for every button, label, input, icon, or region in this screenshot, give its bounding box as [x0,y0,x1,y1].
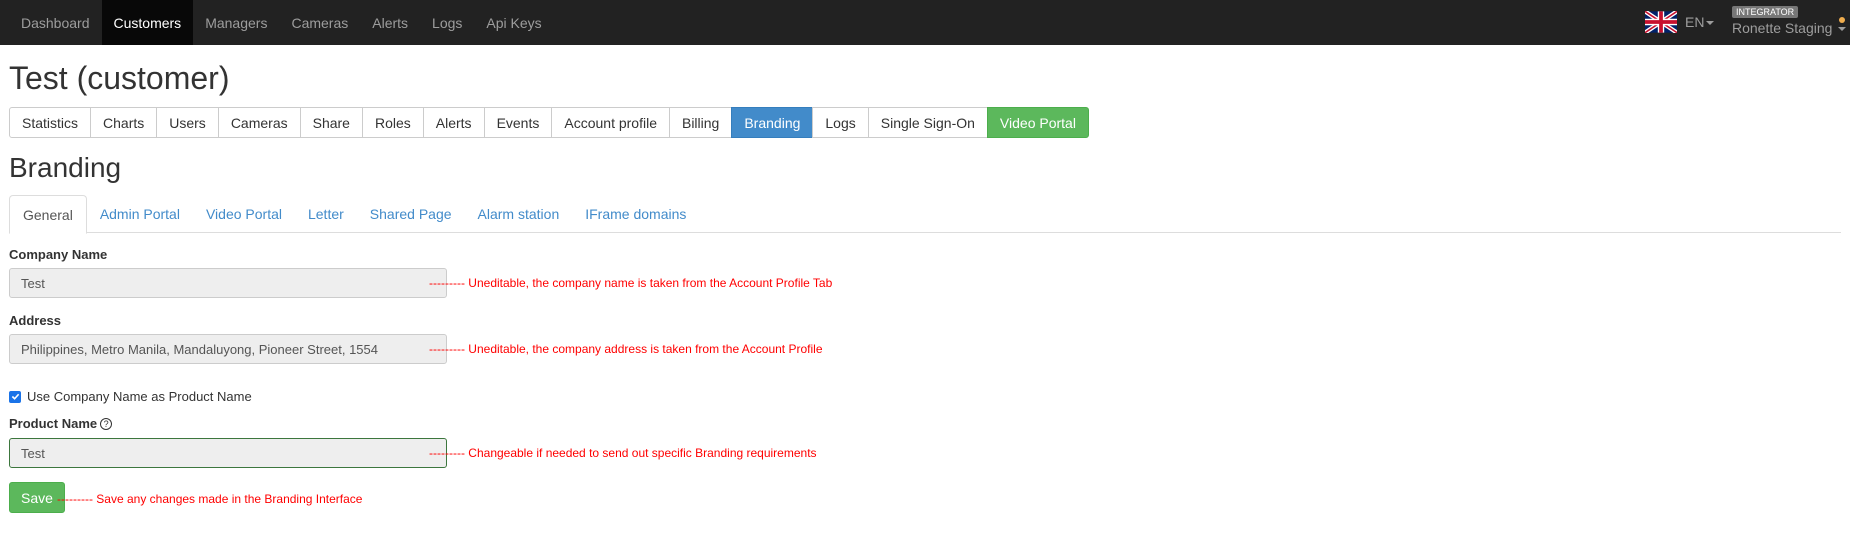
use-company-name-row[interactable]: Use Company Name as Product Name [9,389,252,404]
nav-item-customers[interactable]: Customers [101,0,194,45]
caret-down-icon [1706,21,1715,26]
customer-tab-branding[interactable]: Branding [731,107,814,138]
customer-tab-roles[interactable]: Roles [361,107,424,138]
help-icon[interactable]: ? [100,418,113,430]
section-title: Branding [9,152,122,183]
branding-tab-alarm-station[interactable]: Alarm station [465,195,573,233]
user-menu[interactable]: Ronette Staging [1732,20,1847,36]
address-label: Address [9,313,62,328]
customer-tab-charts[interactable]: Charts [90,107,158,138]
product-name-label: Product Name? [9,416,113,431]
customer-tab-statistics[interactable]: Statistics [9,107,92,138]
customer-tab-logs[interactable]: Logs [812,107,869,138]
user-name: Ronette Staging [1732,20,1833,36]
product-name-input[interactable] [9,438,447,468]
nav-item-cameras[interactable]: Cameras [279,0,360,45]
branding-tab-admin-portal[interactable]: Admin Portal [87,195,193,233]
branding-tab-general[interactable]: General [9,195,87,234]
customer-tab-billing[interactable]: Billing [668,107,733,138]
nav-item-logs[interactable]: Logs [420,0,474,45]
company-name-annotation: --------- Uneditable, the company name i… [429,276,833,290]
company-name-label: Company Name [9,247,108,262]
notification-dot-icon [1839,17,1845,23]
caret-down-icon [1838,27,1847,32]
customer-tab-video-portal[interactable]: Video Portal [986,107,1089,138]
nav-item-dashboard[interactable]: Dashboard [9,0,102,45]
role-badge: INTEGRATOR [1732,6,1799,18]
nav-item-managers[interactable]: Managers [193,0,279,45]
checkmark-icon [11,393,19,400]
top-navbar: Dashboard Customers Managers Cameras Alerts L… [0,0,1850,45]
page-title: Test (customer) [9,60,230,96]
language-dropdown[interactable]: EN [1685,14,1715,30]
product-name-annotation: --------- Changeable if needed to send o… [429,446,817,460]
use-company-name-label: Use Company Name as Product Name [27,389,252,404]
save-annotation: --------- Save any changes made in the B… [57,492,363,506]
branding-tab-shared-page[interactable]: Shared Page [357,195,465,233]
main-nav: Dashboard Customers Managers Cameras Alerts L… [9,0,554,45]
use-company-name-checkbox[interactable] [9,390,21,403]
customer-tabs: Statistics Charts Users Cameras Share Roles Al… [9,107,1089,138]
customer-tab-alerts[interactable]: Alerts [422,107,485,138]
uk-flag-icon[interactable] [1645,11,1677,33]
language-label: EN [1685,14,1705,30]
address-annotation: --------- Uneditable, the company addres… [429,342,823,356]
customer-tab-share[interactable]: Share [299,107,363,138]
product-name-label-text: Product Name [9,416,98,431]
branding-tabs: General Admin Portal Video Portal Letter Sha… [9,195,1841,234]
nav-item-alerts[interactable]: Alerts [360,0,420,45]
customer-tab-single-sign-on[interactable]: Single Sign-On [867,107,988,138]
address-input[interactable] [9,334,447,364]
customer-tab-users[interactable]: Users [156,107,219,138]
customer-tab-cameras[interactable]: Cameras [217,107,301,138]
customer-tab-events[interactable]: Events [483,107,553,138]
branding-tab-iframe-domains[interactable]: IFrame domains [572,195,699,233]
branding-tab-letter[interactable]: Letter [295,195,357,233]
company-name-input[interactable] [9,268,447,298]
branding-tab-video-portal[interactable]: Video Portal [193,195,295,233]
nav-item-api-keys[interactable]: Api Keys [474,0,553,45]
customer-tab-account-profile[interactable]: Account profile [551,107,670,138]
